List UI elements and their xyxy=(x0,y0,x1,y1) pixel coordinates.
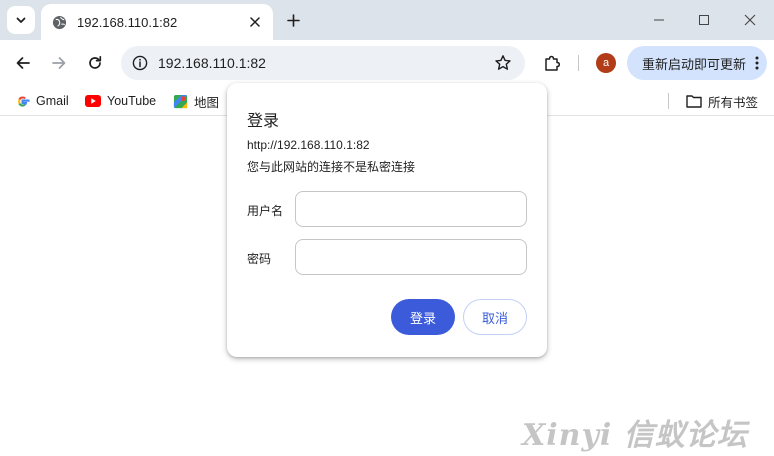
connection-warning: 您与此网站的连接不是私密连接 xyxy=(247,160,416,174)
address-url: 192.168.110.1:82 xyxy=(158,55,266,71)
sign-in-dialog: 登录 http://192.168.110.1:82 您与此网站的连接不是私密连… xyxy=(227,83,547,357)
maps-icon xyxy=(172,93,188,109)
maximize-button[interactable] xyxy=(692,8,716,32)
address-bar[interactable]: 192.168.110.1:82 xyxy=(121,46,525,80)
bookmark-star-icon[interactable] xyxy=(491,51,515,75)
password-field[interactable] xyxy=(295,239,527,275)
bookmarks-divider xyxy=(668,93,669,109)
site-info-icon[interactable] xyxy=(130,53,150,73)
bookmark-label: Gmail xyxy=(36,94,69,108)
more-vert-icon[interactable] xyxy=(747,56,767,70)
minimize-button[interactable] xyxy=(647,8,671,32)
google-icon xyxy=(14,93,30,109)
arrow-left-icon xyxy=(16,57,30,69)
watermark-text: Xinyi 信蚁论坛 xyxy=(522,418,748,453)
username-label: 用户名 xyxy=(247,204,284,218)
arrow-right-icon xyxy=(52,57,66,69)
password-label: 密码 xyxy=(247,252,272,266)
reload-icon xyxy=(89,55,102,69)
toolbar-divider xyxy=(578,55,579,71)
tab-strip: 192.168.110.1:82 xyxy=(0,0,774,40)
forward-button[interactable] xyxy=(47,51,71,75)
bookmark-gmail[interactable]: Gmail xyxy=(14,91,69,111)
bookmark-label: YouTube xyxy=(107,94,157,108)
chevron-down-icon xyxy=(16,17,26,23)
dialog-title: 登录 xyxy=(247,113,280,130)
tab-title: 192.168.110.1:82 xyxy=(77,14,178,30)
puzzle-icon xyxy=(545,55,561,71)
folder-icon xyxy=(686,93,702,109)
close-window-button[interactable] xyxy=(738,8,762,32)
active-tab[interactable]: 192.168.110.1:82 xyxy=(41,4,273,40)
all-bookmarks-button[interactable]: 所有书签 xyxy=(686,91,758,111)
all-bookmarks-label: 所有书签 xyxy=(708,95,759,110)
profile-avatar[interactable]: a xyxy=(596,53,616,73)
bookmark-youtube[interactable]: YouTube xyxy=(85,91,156,111)
new-tab-button[interactable] xyxy=(282,9,304,31)
bookmark-maps[interactable]: 地图 xyxy=(172,91,219,111)
update-label: 重新启动即可更新 xyxy=(642,56,747,72)
tab-search-button[interactable] xyxy=(7,6,35,34)
toolbar: 192.168.110.1:82 a 重新启动即可更新 xyxy=(0,40,774,86)
close-tab-icon[interactable] xyxy=(245,12,265,32)
browser-window: 192.168.110.1:82 192.168.110.1:82 a 重新启动… xyxy=(0,0,774,456)
cancel-button[interactable]: 取消 xyxy=(463,299,527,335)
extensions-button[interactable] xyxy=(540,51,564,75)
globe-icon xyxy=(51,14,67,30)
dialog-origin: http://192.168.110.1:82 xyxy=(247,138,370,152)
username-field[interactable] xyxy=(295,191,527,227)
login-button[interactable]: 登录 xyxy=(391,299,455,335)
bookmark-label: 地图 xyxy=(194,95,220,110)
maximize-icon xyxy=(699,15,709,25)
youtube-icon xyxy=(85,93,101,109)
update-button[interactable]: 重新启动即可更新 xyxy=(627,46,767,80)
minimize-icon xyxy=(654,19,664,21)
close-icon xyxy=(744,14,756,26)
back-button[interactable] xyxy=(11,51,35,75)
reload-button[interactable] xyxy=(83,51,107,75)
plus-icon xyxy=(286,13,300,27)
